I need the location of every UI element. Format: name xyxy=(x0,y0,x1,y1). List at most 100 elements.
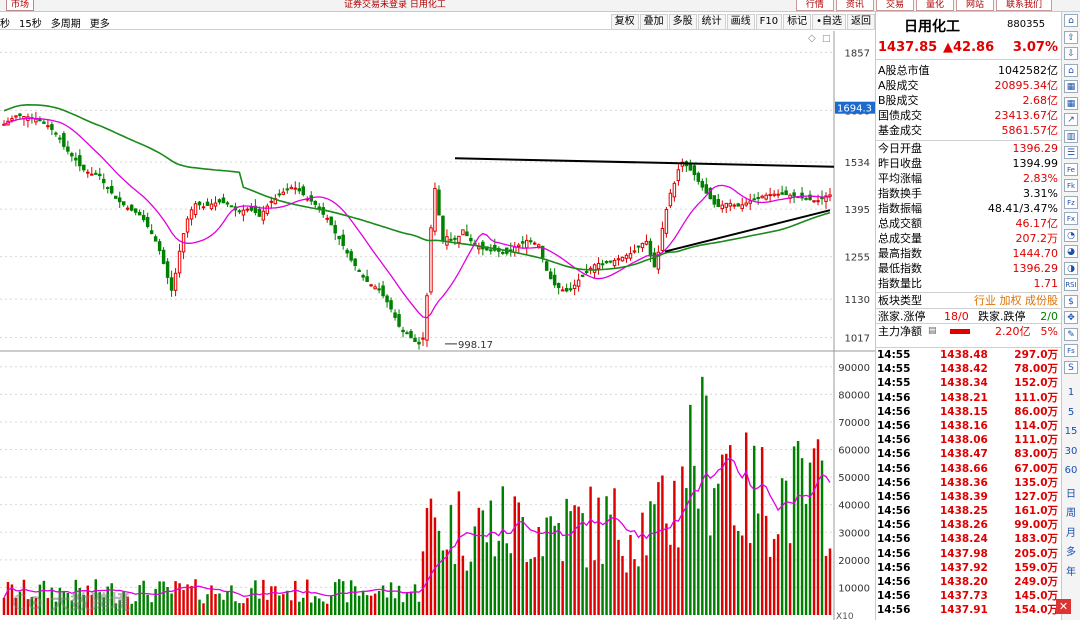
toolbar-button[interactable]: 叠加 xyxy=(639,14,668,30)
candle-body xyxy=(624,254,629,259)
nav-button[interactable]: 资讯 xyxy=(835,0,874,11)
period-option[interactable]: 更多 xyxy=(90,15,110,30)
home-icon[interactable]: ⌂ xyxy=(1064,63,1078,77)
volume-bar xyxy=(497,540,501,615)
price-tick-label: 1255 xyxy=(845,253,870,264)
nav-button[interactable]: 量化 xyxy=(915,0,954,11)
arrow-up-icon[interactable]: ⇧ xyxy=(1064,30,1078,44)
period-shortcut[interactable]: 多 xyxy=(1064,543,1078,558)
volume-bar xyxy=(732,525,736,615)
stat-label: 总成交量 xyxy=(878,232,922,245)
candle-body xyxy=(217,199,222,203)
pie-icon[interactable]: ◑ xyxy=(1064,261,1078,275)
nav-button[interactable]: 交易 xyxy=(875,0,914,11)
rsi-icon[interactable]: RSI xyxy=(1064,278,1078,291)
fe-icon[interactable]: Fe xyxy=(1064,162,1078,176)
pin-icon[interactable]: ⌂ xyxy=(1064,14,1078,27)
candle-body xyxy=(58,137,62,140)
period-shortcut[interactable]: 月 xyxy=(1064,524,1078,539)
period-option[interactable]: 秒 xyxy=(0,15,10,30)
candle-body xyxy=(341,234,345,246)
volume-tick-label: 40000 xyxy=(838,501,870,512)
candle-body xyxy=(245,208,250,211)
volume-bar xyxy=(226,591,229,615)
nav-button[interactable]: 行情 xyxy=(795,0,834,11)
nav-button[interactable]: 网站 xyxy=(955,0,994,11)
gauge2-icon[interactable]: ◕ xyxy=(1064,245,1078,258)
fz-icon[interactable]: Fz xyxy=(1064,195,1078,209)
candle-body xyxy=(409,330,413,339)
stat-row: 总成交额 46.17亿 xyxy=(876,216,1061,231)
candle-body xyxy=(461,229,465,236)
volume-bar xyxy=(677,547,680,615)
kline-chart[interactable]: 1857168615341395125511301017900008000070… xyxy=(0,31,875,620)
tick-price: 1438.26 xyxy=(940,519,988,532)
tick-volume: 161.0万 xyxy=(1014,505,1058,518)
market-tab[interactable]: 市场 xyxy=(6,0,35,11)
info-icon[interactable]: ▤ xyxy=(928,324,937,339)
tick-time: 14:55 xyxy=(877,377,911,390)
nav-button[interactable]: 联系我们 xyxy=(995,0,1052,11)
period-option[interactable]: 15秒 xyxy=(19,15,42,30)
period-option[interactable]: 多周期 xyxy=(51,15,81,30)
toolbar-button[interactable]: 复权 xyxy=(610,14,639,30)
volume-bar xyxy=(744,432,748,615)
toolbar-button[interactable]: 统计 xyxy=(697,14,726,30)
toolbar-button[interactable]: F10 xyxy=(755,14,783,30)
line-icon[interactable]: ↗ xyxy=(1064,113,1078,126)
candle-body xyxy=(592,264,597,273)
volume-bar xyxy=(266,599,269,615)
down-count-label: 跌家.跌停 xyxy=(978,310,1026,323)
candle-body xyxy=(812,200,816,203)
volume-bar xyxy=(190,585,193,615)
move-icon[interactable]: ✥ xyxy=(1064,311,1078,324)
volume-bar xyxy=(828,548,832,615)
toolbar-button[interactable]: 多股 xyxy=(668,14,697,30)
candle-body xyxy=(616,258,621,261)
flow-icon[interactable]: $ xyxy=(1064,294,1078,308)
volume-bar xyxy=(341,581,345,615)
candle-body xyxy=(421,337,425,340)
close-icon[interactable]: ✕ xyxy=(1056,599,1071,614)
period-shortcut[interactable]: 1 xyxy=(1064,387,1078,398)
toolbar-button[interactable]: 画线 xyxy=(726,14,755,30)
candle-body xyxy=(700,180,705,188)
toolbar-button[interactable]: 返回 xyxy=(847,14,875,30)
toolbar-button[interactable]: 自选 xyxy=(812,14,846,30)
volume-bar xyxy=(824,555,828,615)
candle-body xyxy=(277,193,282,196)
volume-bar xyxy=(369,595,373,615)
toolbar-button[interactable]: 标记 xyxy=(783,14,812,30)
tick-volume: 99.00万 xyxy=(1014,519,1058,532)
fk-icon[interactable]: Fk xyxy=(1064,179,1078,192)
kline-icon[interactable]: ▥ xyxy=(1064,129,1078,143)
stat-value: 2.83% xyxy=(1023,172,1058,185)
period-shortcut[interactable]: 日 xyxy=(1064,485,1078,500)
arrow-down-icon[interactable]: ⇩ xyxy=(1064,47,1078,60)
grid-icon[interactable]: ▦ xyxy=(1064,96,1078,110)
board-type-value[interactable]: 行业 加权 成份股 xyxy=(974,293,1058,308)
tick-list[interactable]: 14:55 1438.48 297.0万 14:55 1438.42 78.00万 14:5… xyxy=(876,347,1061,618)
period-shortcut[interactable]: 年 xyxy=(1064,563,1078,578)
candle-body xyxy=(229,205,234,208)
fs2-icon[interactable]: S xyxy=(1064,360,1078,374)
period-shortcut[interactable]: 15 xyxy=(1064,426,1078,437)
fs-icon[interactable]: Fs xyxy=(1064,344,1078,357)
list-icon[interactable]: ☰ xyxy=(1064,146,1078,159)
fx-icon[interactable]: Fx xyxy=(1064,212,1078,225)
volume-tick-label: 80000 xyxy=(838,390,870,401)
tick-time: 14:56 xyxy=(877,476,911,489)
candle-body xyxy=(600,263,605,266)
gauge-icon[interactable]: ◔ xyxy=(1064,228,1078,242)
volume-bar xyxy=(816,439,820,615)
period-shortcut[interactable]: 30 xyxy=(1064,446,1078,457)
period-shortcut[interactable]: 60 xyxy=(1064,465,1078,476)
tick-volume: 152.0万 xyxy=(1014,377,1058,390)
period-shortcut[interactable]: 周 xyxy=(1064,504,1078,519)
pen-icon[interactable]: ✎ xyxy=(1064,327,1078,341)
index-name: 日用化工 xyxy=(904,19,960,35)
period-shortcut[interactable]: 5 xyxy=(1064,407,1078,418)
volume-bar xyxy=(238,603,241,615)
grid-icon[interactable]: ▦ xyxy=(1064,80,1078,93)
stat-value: 46.17亿 xyxy=(1015,217,1059,230)
